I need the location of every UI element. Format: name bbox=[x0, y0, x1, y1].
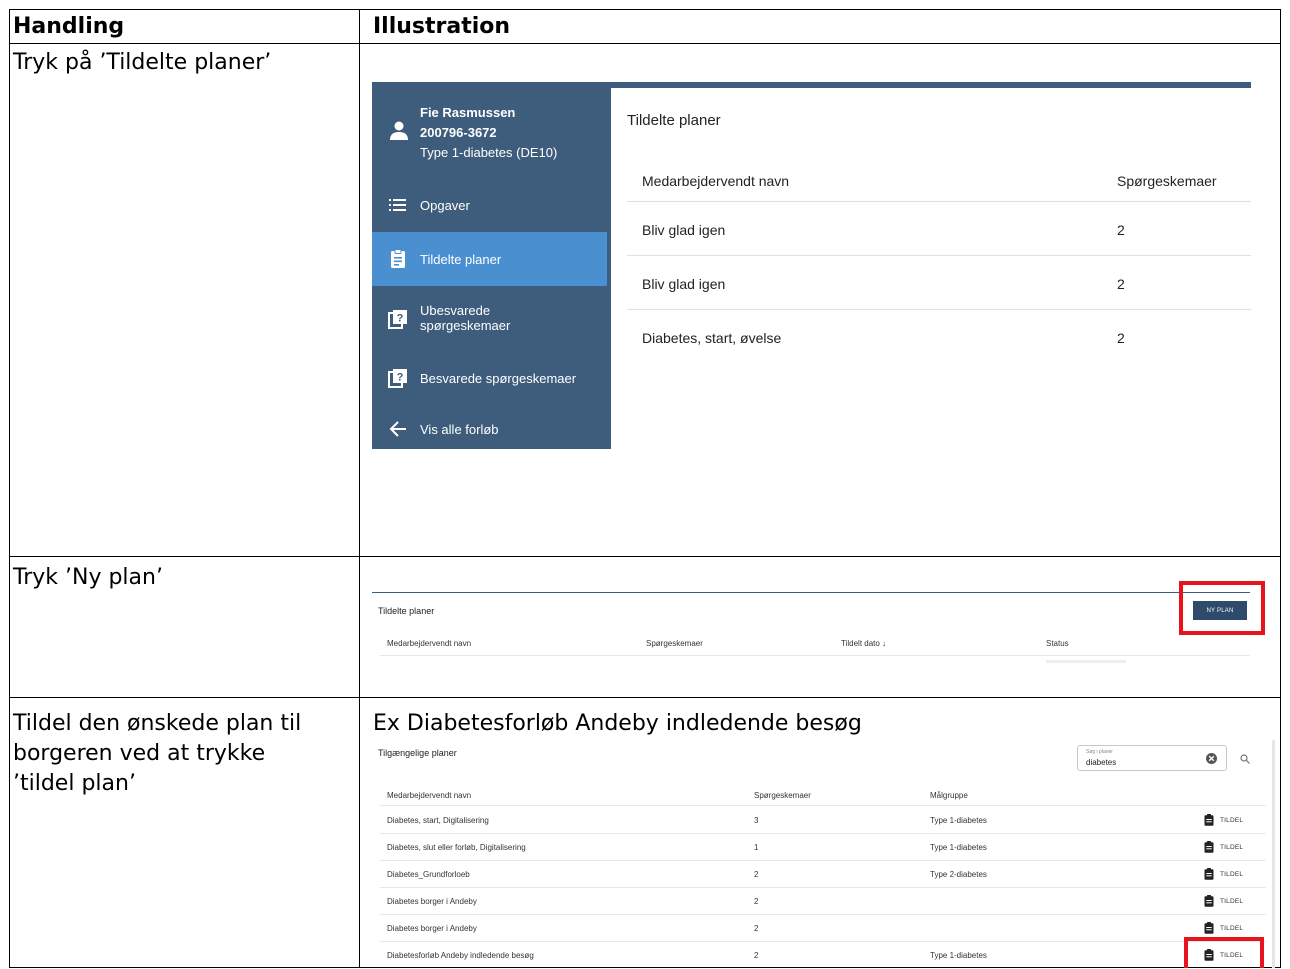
step-3-text: Tildel den ønskede plan til borgeren ved… bbox=[13, 711, 302, 796]
illustration-available-plans: Tilgængelige planer Søg i planer diabete… bbox=[372, 740, 1276, 968]
table-row: Diabetes, start, Digitalisering 3 Type 1… bbox=[380, 807, 1266, 834]
scrollbar-track[interactable] bbox=[1272, 740, 1275, 968]
column-header[interactable]: Tildelt dato ↓ bbox=[841, 639, 886, 648]
table-row[interactable]: Bliv glad igen 2 bbox=[627, 256, 1251, 310]
loading-bar bbox=[1046, 660, 1126, 663]
questionnaire-icon: ? bbox=[388, 369, 407, 388]
table-header: Medarbejdervendt navn Spørgeskemaer bbox=[627, 168, 1251, 202]
nav-label: Tildelte planer bbox=[420, 252, 502, 267]
search-input[interactable]: Søg i planer diabetes bbox=[1077, 745, 1227, 771]
table-header: Medarbejdervendt navn Spørgeskemaer Målg… bbox=[380, 786, 1266, 806]
nav-label: Vis alle forløb bbox=[420, 422, 499, 437]
patient-cpr: 200796-3672 bbox=[420, 125, 497, 140]
panel-title: Tilgængelige planer bbox=[378, 748, 457, 758]
clipboard-icon bbox=[1204, 895, 1214, 907]
assigned-plans-panel: Tildelte planer Medarbejdervendt navn Sp… bbox=[611, 88, 1251, 449]
search-value: diabetes bbox=[1086, 758, 1117, 767]
step-1-text: Tryk på ’Tildelte planer’ bbox=[13, 50, 272, 75]
svg-text:?: ? bbox=[397, 372, 404, 384]
highlight-box bbox=[1184, 937, 1264, 968]
column-header: Spørgeskemaer bbox=[1117, 173, 1217, 189]
nav-label: Ubesvarede spørgeskemaer bbox=[420, 303, 511, 333]
nav-item-besvarede[interactable]: ? Besvarede spørgeskemaer bbox=[372, 354, 607, 400]
panel-title: Tildelte planer bbox=[627, 112, 721, 129]
search-icon[interactable] bbox=[1240, 754, 1250, 764]
nav-item-ubesvarede[interactable]: ? Ubesvarede spørgeskemaer bbox=[372, 288, 607, 348]
list-icon bbox=[389, 199, 406, 211]
illustration-new-plan: Tildelte planer NY PLAN Medarbejdervendt… bbox=[372, 581, 1265, 670]
column-header: Medarbejdervendt navn bbox=[387, 639, 472, 648]
table-row: Diabetesforløb Andeby indledende besøg 2… bbox=[387, 949, 1244, 961]
table-row: Diabetes, slut eller forløb, Digitaliser… bbox=[380, 834, 1266, 861]
header-illustration: Illustration bbox=[373, 14, 511, 39]
table-row: Diabetes borger i Andeby 2 TILDEL bbox=[380, 915, 1266, 942]
sidebar: Fie Rasmussen 200796-3672 Type 1-diabete… bbox=[372, 88, 611, 449]
patient-name: Fie Rasmussen bbox=[420, 105, 516, 120]
clipboard-icon bbox=[391, 249, 405, 268]
search-placeholder: Søg i planer bbox=[1086, 749, 1113, 755]
patient-info: Fie Rasmussen 200796-3672 Type 1-diabete… bbox=[372, 88, 611, 178]
row-divider bbox=[10, 556, 1280, 557]
step-3-caption: Ex Diabetesforløb Andeby indledende besø… bbox=[373, 711, 862, 736]
clipboard-icon bbox=[1204, 922, 1214, 934]
column-header: Spørgeskemaer bbox=[754, 791, 811, 800]
nav-item-tildelte-planer[interactable]: Tildelte planer bbox=[372, 232, 607, 286]
questionnaire-icon: ? bbox=[388, 310, 407, 329]
column-header: Medarbejdervendt navn bbox=[642, 173, 790, 189]
header-handling: Handling bbox=[13, 14, 125, 39]
table-row[interactable]: Bliv glad igen 2 bbox=[627, 202, 1251, 256]
nav-label: Besvarede spørgeskemaer bbox=[420, 371, 577, 386]
patient-diagnosis: Type 1-diabetes (DE10) bbox=[420, 145, 558, 160]
table-row[interactable]: Diabetes, start, øvelse 2 bbox=[627, 310, 1251, 364]
column-header: Status bbox=[1046, 639, 1069, 648]
row-divider bbox=[10, 697, 1280, 698]
step-2-text: Tryk ’Ny plan’ bbox=[13, 565, 163, 590]
table-row: Diabetes_Grundforloeb 2 Type 2-diabetes … bbox=[380, 861, 1266, 888]
illustration-assigned-plans: Fie Rasmussen 200796-3672 Type 1-diabete… bbox=[372, 82, 1251, 449]
clipboard-icon bbox=[1204, 868, 1214, 880]
svg-text:?: ? bbox=[397, 313, 404, 325]
clipboard-icon bbox=[1204, 841, 1214, 853]
column-header: Målgruppe bbox=[930, 791, 968, 800]
nav-label: Opgaver bbox=[420, 198, 470, 213]
table-row: Diabetes borger i Andeby 2 TILDEL bbox=[380, 888, 1266, 915]
highlight-box bbox=[1179, 581, 1265, 635]
panel-title: Tildelte planer bbox=[378, 606, 435, 616]
column-header: Spørgeskemaer bbox=[646, 639, 703, 648]
table-header: Medarbejdervendt navn Spørgeskemaer Tild… bbox=[380, 636, 1250, 656]
arrow-left-icon bbox=[389, 421, 406, 437]
clear-icon[interactable] bbox=[1206, 753, 1217, 764]
nav-item-vis-alle-forloeb[interactable]: Vis alle forløb bbox=[372, 406, 607, 448]
divider bbox=[372, 592, 1250, 593]
person-icon bbox=[390, 121, 408, 140]
column-header: Medarbejdervendt navn bbox=[387, 791, 472, 800]
row-divider bbox=[10, 43, 1280, 44]
clipboard-icon bbox=[1204, 814, 1214, 826]
nav-item-opgaver[interactable]: Opgaver bbox=[372, 182, 607, 228]
column-divider bbox=[359, 10, 360, 967]
